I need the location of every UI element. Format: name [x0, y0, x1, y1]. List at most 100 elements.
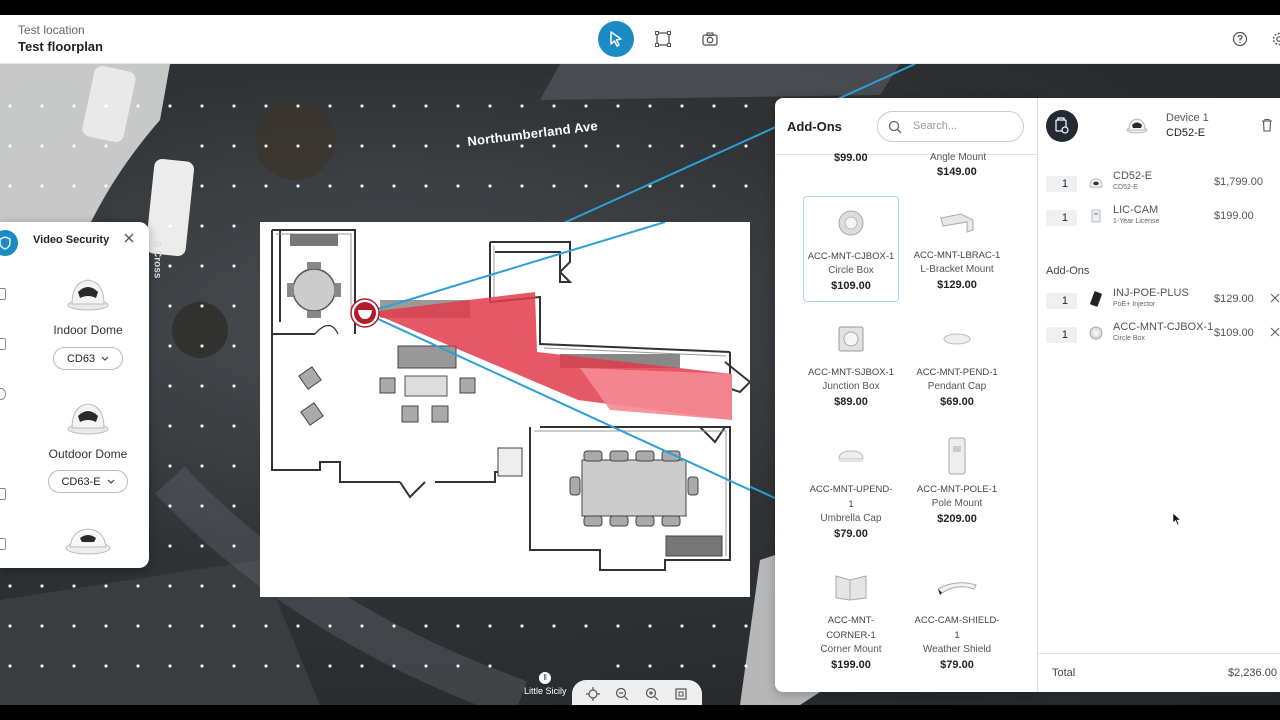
category-icon-sensor[interactable] [0, 338, 6, 350]
restaurant-icon: ‖ [539, 672, 552, 684]
product-sku-line2: 1 [848, 499, 854, 510]
floorplan-canvas[interactable] [260, 221, 752, 597]
camera-product-icon [1089, 178, 1103, 189]
product-sku-line2: 1 [954, 630, 960, 641]
close-icon [124, 233, 134, 243]
product-card-cjbox[interactable]: ACC-MNT-CJBOX-1 Circle Box $109.00 [803, 196, 899, 302]
indoor-dome-model-select[interactable]: CD63 [53, 347, 123, 370]
line-item-price: $1,799.00 [1214, 176, 1263, 188]
delete-device-button[interactable] [1261, 118, 1273, 137]
line-item-price: $199.00 [1214, 210, 1254, 222]
fit-view-button[interactable] [672, 685, 690, 703]
product-card-shield[interactable]: ACC-CAM-SHIELD- 1 Weather Shield $79.00 [909, 561, 1005, 673]
indoor-dome-camera-image[interactable] [66, 274, 110, 312]
device-list-icon [1055, 117, 1069, 134]
poi-marker[interactable]: ‖ Little Sicily [524, 672, 567, 696]
total-label: Total [1052, 667, 1076, 679]
category-icon-environment[interactable] [0, 388, 6, 400]
letterbox-top [0, 0, 1280, 15]
zoom-out-icon [616, 687, 629, 701]
line-item-name: LIC-CAM [1113, 204, 1159, 216]
pole-mount-image [909, 430, 1005, 482]
mini-dome-camera-image[interactable] [64, 524, 112, 556]
product-sku: ACC-MNT-LBRAC-1 [913, 250, 1001, 261]
addons-heading: Add-Ons [1046, 265, 1090, 277]
chevron-down-icon [107, 479, 114, 484]
side-street-label: S Cross [151, 240, 163, 279]
corner-mount-image [803, 561, 899, 613]
camera-icon [702, 32, 718, 46]
panel-title: Video Security [33, 234, 110, 246]
area-tool-button[interactable] [645, 21, 681, 57]
product-card-pend[interactable]: ACC-MNT-PEND-1 Pendant Cap $69.00 [909, 313, 1005, 410]
zoom-out-button[interactable] [613, 685, 631, 703]
device-model: CD52-E [1166, 127, 1206, 139]
line-item-sub: 1-Year License [1113, 218, 1160, 225]
circle-box-image [804, 197, 898, 249]
line-item-price: $129.00 [1214, 293, 1254, 305]
mouse-cursor-icon [1172, 512, 1182, 526]
product-card-pole[interactable]: ACC-MNT-POLE-1 Pole Mount $209.00 [909, 430, 1005, 527]
addons-panel: Add-Ons Search... $99.00 Angle Mount $14… [775, 98, 1037, 692]
product-sku: ACC-MNT-CJBOX-1 [807, 251, 895, 262]
outdoor-dome-model-select[interactable]: CD63-E [48, 470, 128, 493]
zoom-in-button[interactable] [643, 685, 661, 703]
quantity-input[interactable]: 1 [1046, 210, 1077, 226]
pendant-cap-image [909, 313, 1005, 365]
quantity-input[interactable]: 1 [1046, 176, 1077, 192]
product-card-corner[interactable]: ACC-MNT- CORNER-1 Corner Mount $199.00 [803, 561, 899, 673]
close-panel-button[interactable] [122, 232, 136, 246]
addons-search-input[interactable]: Search... [877, 111, 1024, 142]
map-zoom-controls [572, 680, 702, 708]
category-icon-alarm[interactable] [0, 488, 6, 500]
quantity-input[interactable]: 1 [1046, 327, 1077, 343]
product-card-lbrac[interactable]: ACC-MNT-LBRAC-1 L-Bracket Mount $129.00 [909, 196, 1005, 293]
product-card-upend[interactable]: ACC-MNT-UPEND- 1 Umbrella Cap $79.00 [803, 430, 899, 542]
umbrella-cap-image [803, 430, 899, 482]
device-thumbnail [1126, 118, 1148, 134]
junction-box-image [803, 313, 899, 365]
partial-price-left: $99.00 [834, 152, 868, 164]
floorplan-name[interactable]: Test floorplan [18, 39, 103, 54]
license-icon [1091, 209, 1101, 223]
outdoor-dome-camera-image[interactable] [66, 398, 110, 436]
device-toggle-button[interactable] [1046, 110, 1078, 142]
outdoor-dome-label: Outdoor Dome [48, 447, 128, 461]
video-category-button[interactable] [0, 230, 18, 256]
product-name: Circle Box [828, 265, 874, 276]
addon-line-item: 1 ACC-MNT-CJBOX-1 Circle Box $109.00 [1046, 321, 1280, 351]
poe-injector-icon [1090, 291, 1102, 307]
l-bracket-image [909, 196, 1005, 248]
indoor-dome-label: Indoor Dome [53, 323, 123, 337]
indoor-dome-model-value: CD63 [66, 352, 96, 365]
settings-button[interactable] [1268, 28, 1280, 50]
recenter-button[interactable] [584, 685, 602, 703]
close-icon [1270, 327, 1280, 337]
help-button[interactable] [1229, 28, 1251, 50]
product-price: $199.00 [831, 659, 871, 671]
remove-addon-button[interactable] [1270, 291, 1280, 306]
camera-tool-button[interactable] [692, 21, 728, 57]
divider [775, 154, 1037, 155]
addons-title: Add-Ons [787, 119, 842, 134]
category-icon-access[interactable] [0, 288, 6, 300]
close-icon [1270, 293, 1280, 303]
product-sku: ACC-MNT-SJBOX-1 [807, 367, 895, 378]
remove-addon-button[interactable] [1270, 325, 1280, 340]
product-price: $69.00 [940, 396, 974, 408]
product-sku-line2: CORNER-1 [826, 630, 876, 641]
select-tool-button[interactable] [598, 21, 634, 57]
product-card-sjbox[interactable]: ACC-MNT-SJBOX-1 Junction Box $89.00 [803, 313, 899, 410]
line-item-sub: CD52-E [1113, 184, 1138, 191]
product-name: Weather Shield [922, 644, 992, 655]
line-item-name: ACC-MNT-CJBOX-1 [1113, 321, 1214, 333]
quantity-input[interactable]: 1 [1046, 293, 1077, 309]
product-sku: ACC-MNT-PEND-1 [916, 367, 998, 378]
product-sku: ACC-MNT-POLE-1 [916, 484, 998, 495]
product-price: $129.00 [937, 279, 977, 291]
product-name: Pendant Cap [927, 381, 987, 392]
product-sku-line1: ACC-MNT- [827, 615, 875, 626]
category-icon-intercom[interactable] [0, 538, 6, 550]
letterbox-bottom [0, 705, 1280, 720]
device-title: Device 1 [1166, 112, 1209, 124]
